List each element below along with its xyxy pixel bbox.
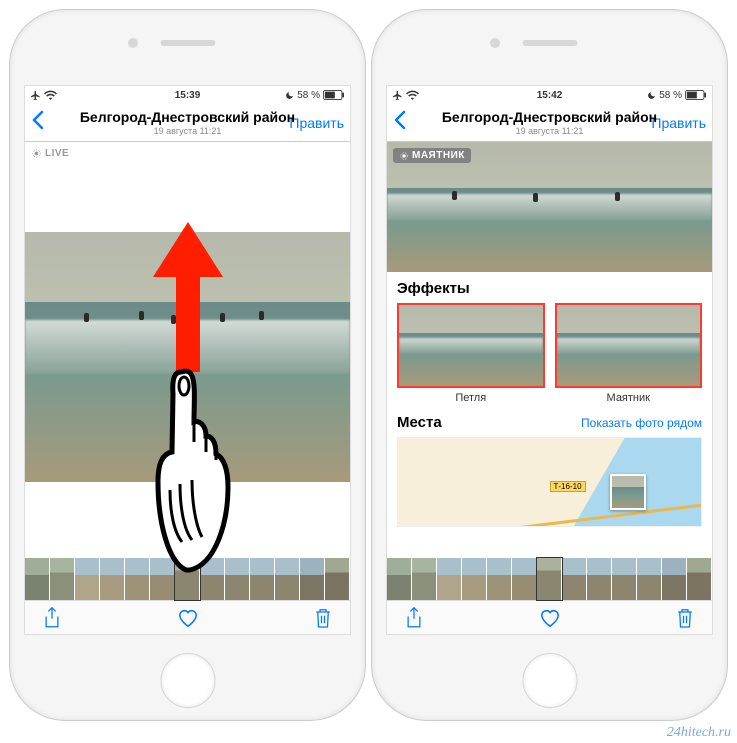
thumbnail[interactable] — [412, 558, 437, 600]
thumbnail[interactable] — [587, 558, 612, 600]
battery-icon — [685, 90, 707, 100]
thumbnail-strip[interactable] — [387, 558, 712, 600]
status-time: 15:42 — [497, 90, 602, 101]
phone-right-frame: 15:42 58 % Белгород-Днестровский район 1… — [372, 10, 727, 720]
thumbnail-selected[interactable] — [537, 558, 562, 600]
favorite-button[interactable] — [539, 608, 561, 628]
share-button[interactable] — [405, 607, 423, 629]
home-button[interactable] — [522, 653, 577, 708]
dnd-moon-icon — [285, 91, 294, 100]
map-photo-pin[interactable] — [610, 474, 646, 510]
thumbnail[interactable] — [125, 558, 150, 600]
phone-left-frame: 15:39 58 % Белгород-Днестровский район 1… — [10, 10, 365, 720]
status-battery-pct: 58 % — [297, 90, 320, 101]
trash-button[interactable] — [314, 607, 332, 629]
battery-icon — [323, 90, 345, 100]
thumbnail[interactable] — [275, 558, 300, 600]
thumbnail[interactable] — [300, 558, 325, 600]
thumbnail[interactable] — [687, 558, 712, 600]
status-time: 15:39 — [135, 90, 240, 101]
airplane-mode-icon — [392, 90, 403, 101]
effect-label: Маятник — [555, 392, 703, 404]
edit-button[interactable]: Править — [651, 115, 706, 131]
effect-mode-badge: МАЯТНИК — [393, 148, 471, 163]
back-button[interactable] — [31, 110, 45, 135]
screen-right: 15:42 58 % Белгород-Днестровский район 1… — [386, 85, 713, 635]
screen-left: 15:39 58 % Белгород-Днестровский район 1… — [24, 85, 351, 635]
wifi-icon — [44, 90, 57, 100]
thumbnail-selected[interactable] — [175, 558, 200, 600]
thumbnail[interactable] — [637, 558, 662, 600]
thumbnail[interactable] — [100, 558, 125, 600]
front-camera — [490, 38, 500, 48]
edit-button[interactable]: Править — [289, 115, 344, 131]
thumbnail[interactable] — [487, 558, 512, 600]
places-heading: Места — [397, 414, 442, 431]
thumbnail[interactable] — [662, 558, 687, 600]
thumbnail[interactable] — [512, 558, 537, 600]
share-button[interactable] — [43, 607, 61, 629]
detail-scroll[interactable]: МАЯТНИК Эффекты Петля — [387, 142, 712, 634]
effect-bounce[interactable]: Маятник — [555, 303, 703, 404]
status-bar: 15:39 58 % — [25, 86, 350, 104]
thumbnail[interactable] — [437, 558, 462, 600]
trash-button[interactable] — [676, 607, 694, 629]
nav-bar: Белгород-Днестровский район 19 августа 1… — [387, 104, 712, 142]
thumbnail-strip[interactable] — [25, 558, 350, 600]
bottom-toolbar — [25, 600, 350, 634]
thumbnail[interactable] — [250, 558, 275, 600]
effect-loop[interactable]: Петля — [397, 303, 545, 404]
thumbnail[interactable] — [612, 558, 637, 600]
dnd-moon-icon — [647, 91, 656, 100]
wifi-icon — [406, 90, 419, 100]
status-battery-pct: 58 % — [659, 90, 682, 101]
hero-photo[interactable]: МАЯТНИК — [387, 142, 712, 272]
places-map[interactable]: Т-16-10 — [397, 437, 702, 527]
photo-view[interactable]: LIVE — [25, 142, 350, 634]
thumbnail[interactable] — [200, 558, 225, 600]
effects-heading: Эффекты — [387, 272, 712, 303]
nav-bar: Белгород-Днестровский район 19 августа 1… — [25, 104, 350, 142]
speaker — [160, 40, 215, 46]
front-camera — [128, 38, 138, 48]
thumbnail[interactable] — [25, 558, 50, 600]
thumbnail[interactable] — [462, 558, 487, 600]
thumbnail[interactable] — [150, 558, 175, 600]
road-label: Т-16-10 — [550, 481, 586, 492]
live-photo-badge: LIVE — [31, 148, 69, 159]
airplane-mode-icon — [30, 90, 41, 101]
status-bar: 15:42 58 % — [387, 86, 712, 104]
thumbnail[interactable] — [75, 558, 100, 600]
back-button[interactable] — [393, 110, 407, 135]
effect-label: Петля — [397, 392, 545, 404]
show-nearby-link[interactable]: Показать фото рядом — [581, 416, 702, 430]
home-button[interactable] — [160, 653, 215, 708]
thumbnail[interactable] — [325, 558, 350, 600]
thumbnail[interactable] — [50, 558, 75, 600]
thumbnail[interactable] — [225, 558, 250, 600]
thumbnail[interactable] — [387, 558, 412, 600]
speaker — [522, 40, 577, 46]
effects-row[interactable]: Петля Маятник — [387, 303, 712, 404]
bottom-toolbar — [387, 600, 712, 634]
thumbnail[interactable] — [562, 558, 587, 600]
source-watermark: 24hitech.ru — [667, 725, 731, 741]
favorite-button[interactable] — [177, 608, 199, 628]
